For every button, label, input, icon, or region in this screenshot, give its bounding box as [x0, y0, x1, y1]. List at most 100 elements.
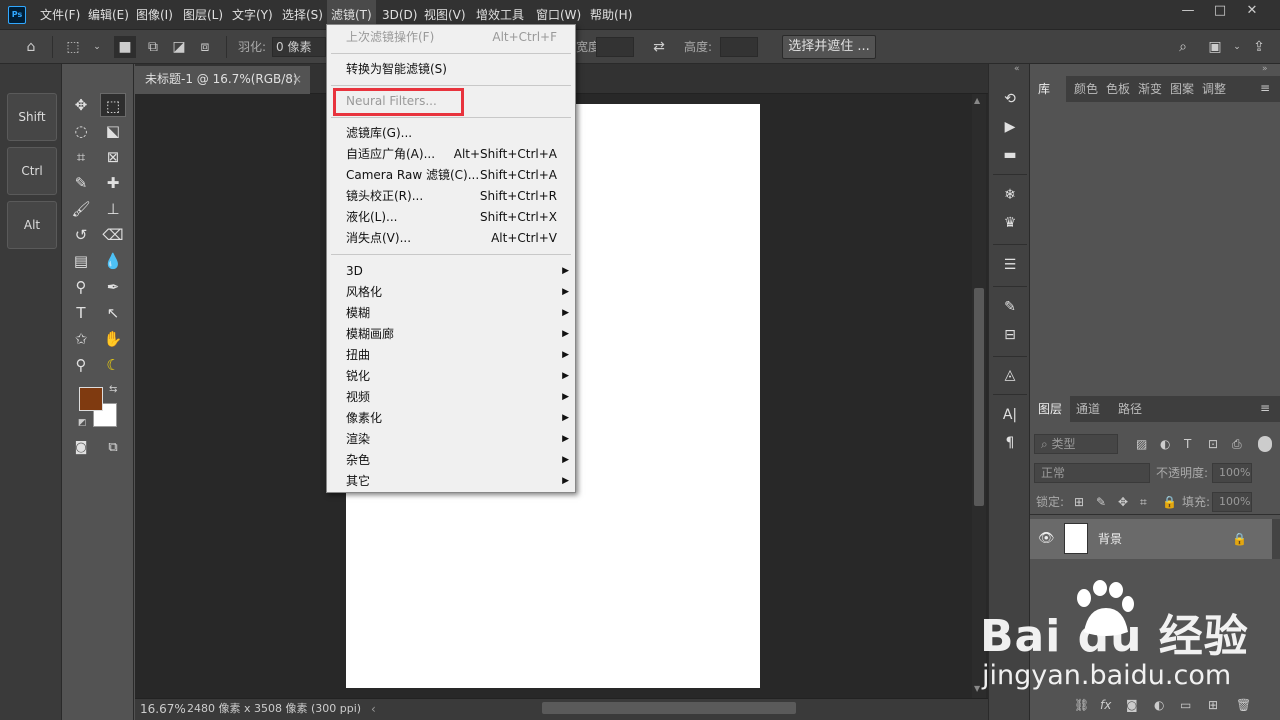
actions-panel-icon[interactable]: ▶ — [999, 116, 1021, 138]
submenu-pixelate[interactable]: 像素化 ▶ — [327, 408, 575, 429]
filter-shape-icon[interactable]: ⊡ — [1208, 436, 1218, 452]
layers-panel-menu-icon[interactable]: ≡ — [1260, 401, 1270, 415]
submenu-video[interactable]: 视频 ▶ — [327, 387, 575, 408]
menu-file[interactable]: 文件(F) — [36, 0, 84, 30]
lock-artboard-icon[interactable]: ⌗ — [1140, 494, 1147, 510]
paragraph-panel-icon[interactable]: ¶ — [999, 432, 1021, 454]
eraser-tool-icon[interactable]: ⌫ — [100, 223, 126, 247]
close-button[interactable]: ✕ — [1236, 0, 1268, 24]
character-panel-icon[interactable]: A| — [999, 404, 1021, 426]
brush-settings-icon[interactable]: ▬ — [999, 144, 1021, 166]
add-mask-icon[interactable]: ◙ — [1126, 697, 1138, 713]
swap-colors-icon[interactable]: ⇆ — [109, 384, 117, 395]
strip-collapse-icon[interactable]: « — [1014, 64, 1020, 74]
add-selection-icon[interactable]: ⧉ — [142, 36, 164, 58]
submenu-stylize[interactable]: 风格化 ▶ — [327, 282, 575, 303]
lasso-tool-icon[interactable]: ◌ — [68, 119, 94, 143]
filter-pixel-icon[interactable]: ▨ — [1136, 436, 1147, 452]
tab-library[interactable]: 库 — [1030, 76, 1066, 102]
histogram-icon[interactable]: ♛ — [999, 212, 1021, 234]
layer-name[interactable]: 背景 — [1098, 530, 1122, 547]
new-group-icon[interactable]: ▭ — [1180, 697, 1191, 713]
submenu-other[interactable]: 其它 ▶ — [327, 471, 575, 492]
path-select-icon[interactable]: ↖ — [100, 301, 126, 325]
filter-type-icon[interactable]: T — [1184, 436, 1191, 452]
zoom-level[interactable]: 16.67% — [140, 699, 186, 719]
tab-layers[interactable]: 图层 — [1030, 396, 1070, 422]
menu-camera-raw[interactable]: Camera Raw 滤镜(C)... Shift+Ctrl+A — [327, 165, 575, 186]
crop-tool-icon[interactable]: ⌗ — [68, 145, 94, 169]
menu-lens-correction[interactable]: 镜头校正(R)... Shift+Ctrl+R — [327, 186, 575, 207]
scroll-up-icon[interactable]: ▲ — [974, 96, 980, 105]
menu-help[interactable]: 帮助(H) — [586, 0, 636, 30]
tab-patterns[interactable]: 图案 — [1170, 76, 1194, 102]
tab-adjustments[interactable]: 调整 — [1202, 76, 1226, 102]
width-input[interactable] — [596, 37, 634, 57]
minimize-button[interactable]: — — [1172, 0, 1204, 24]
fill-input[interactable]: 100% — [1212, 492, 1252, 512]
pen-tool-icon[interactable]: ✒ — [100, 275, 126, 299]
menu-select[interactable]: 选择(S) — [278, 0, 327, 30]
lock-all-icon[interactable]: 🔒 — [1162, 494, 1177, 510]
zoom-tool-icon[interactable]: ⚲ — [68, 353, 94, 377]
new-selection-icon[interactable]: ■ — [114, 36, 136, 58]
search-icon[interactable]: ⌕ — [1172, 36, 1194, 58]
eye-icon[interactable]: 👁 — [1038, 531, 1055, 547]
submenu-blur[interactable]: 模糊 ▶ — [327, 303, 575, 324]
new-layer-icon[interactable]: ⊞ — [1208, 697, 1218, 713]
workspace-chevron-icon[interactable]: ⌄ — [1226, 36, 1248, 58]
workspace-icon[interactable]: ▣ — [1204, 36, 1226, 58]
shift-key-button[interactable]: Shift — [7, 93, 57, 141]
screen-mode-icon[interactable]: ⧉ — [100, 436, 126, 460]
brushes-icon[interactable]: ✎ — [999, 296, 1021, 318]
opacity-input[interactable]: 100% — [1212, 463, 1252, 483]
layer-lock-icon[interactable]: 🔒 — [1232, 531, 1247, 547]
object-select-tool-icon[interactable]: ⬕ — [100, 119, 126, 143]
vertical-scroll-thumb[interactable] — [974, 288, 984, 506]
marquee-tool-icon[interactable]: ⬚ — [100, 93, 126, 117]
tool-presets-icon[interactable]: ⊟ — [999, 324, 1021, 346]
menu-convert-smart-filter[interactable]: 转换为智能滤镜(S) — [327, 59, 575, 80]
panel-collapse-icon[interactable]: » — [1262, 64, 1268, 74]
gradient-tool-icon[interactable]: ▤ — [68, 249, 94, 273]
tab-color[interactable]: 颜色 — [1074, 76, 1098, 102]
menu-image[interactable]: 图像(I) — [132, 0, 177, 30]
tab-channels[interactable]: 通道 — [1076, 396, 1100, 422]
tab-gradients[interactable]: 渐变 — [1138, 76, 1162, 102]
tab-swatches[interactable]: 色板 — [1106, 76, 1130, 102]
subtract-selection-icon[interactable]: ◪ — [168, 36, 190, 58]
menu-last-filter[interactable]: 上次滤镜操作(F) Alt+Ctrl+F — [327, 27, 575, 48]
menu-type[interactable]: 文字(Y) — [228, 0, 277, 30]
tab-paths[interactable]: 路径 — [1118, 396, 1142, 422]
move-tool-icon[interactable]: ✥ — [68, 93, 94, 117]
home-icon[interactable]: ⌂ — [20, 36, 42, 58]
scroll-down-icon[interactable]: ▼ — [974, 684, 980, 693]
banana-icon[interactable]: ☾ — [100, 353, 126, 377]
alt-key-button[interactable]: Alt — [7, 201, 57, 249]
dodge-tool-icon[interactable]: ⚲ — [68, 275, 94, 299]
submenu-render[interactable]: 渲染 ▶ — [327, 429, 575, 450]
default-colors-icon[interactable]: ◩ — [78, 418, 87, 428]
layers-scrollbar[interactable] — [1272, 519, 1280, 559]
lock-position-icon[interactable]: ✥ — [1118, 494, 1128, 510]
frame-tool-icon[interactable]: ⊠ — [100, 145, 126, 169]
type-tool-icon[interactable]: T — [68, 301, 94, 325]
blur-tool-icon[interactable]: 💧 — [100, 249, 126, 273]
menu-liquify[interactable]: 液化(L)... Shift+Ctrl+X — [327, 207, 575, 228]
document-tab[interactable]: 未标题-1 @ 16.7%(RGB/8) × — [135, 66, 310, 94]
height-input[interactable] — [720, 37, 758, 57]
chevron-down-icon[interactable]: ⌄ — [86, 36, 108, 58]
link-layers-icon[interactable]: ⛓ — [1074, 697, 1089, 713]
ctrl-key-button[interactable]: Ctrl — [7, 147, 57, 195]
lock-pixels-icon[interactable]: ⊞ — [1074, 494, 1084, 510]
menu-edit[interactable]: 编辑(E) — [84, 0, 133, 30]
filter-toggle[interactable] — [1258, 436, 1272, 452]
hand-tool-icon[interactable]: ✋ — [100, 327, 126, 351]
blend-mode-select[interactable]: 正常 — [1034, 463, 1150, 483]
menu-adaptive-wide-angle[interactable]: 自适应广角(A)... Alt+Shift+Ctrl+A — [327, 144, 575, 165]
library-panel-menu-icon[interactable]: ≡ — [1260, 81, 1270, 95]
horizontal-scroll-thumb[interactable] — [542, 702, 796, 714]
status-arrow-icon[interactable]: ‹ — [371, 699, 376, 719]
menu-layer[interactable]: 图层(L) — [179, 0, 227, 30]
tab-close-icon[interactable]: × — [292, 66, 302, 92]
